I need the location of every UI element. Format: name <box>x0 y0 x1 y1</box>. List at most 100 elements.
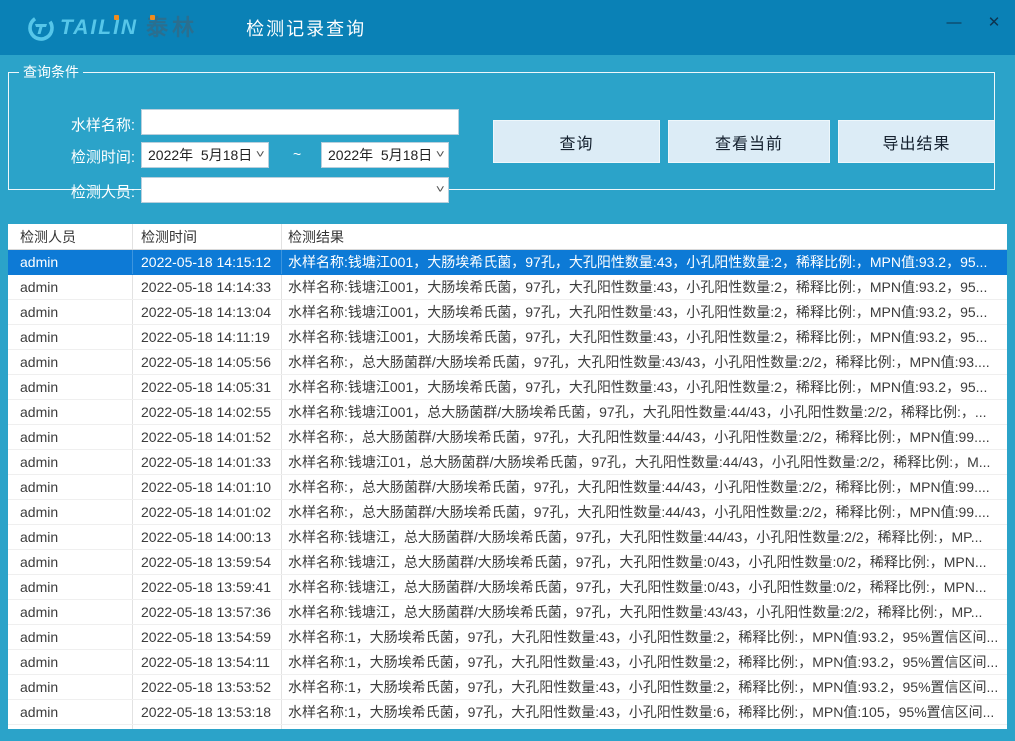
close-button[interactable]: ✕ <box>981 9 1007 35</box>
table-row[interactable]: admin2022-05-18 14:02:55水样名称:钱塘江001，总大肠菌… <box>8 400 1007 425</box>
cell-time: 2022-05-18 14:13:04 <box>133 300 282 324</box>
cell-operator: admin <box>8 350 133 374</box>
cell-time: 2022-05-18 14:15:12 <box>133 250 282 274</box>
cell-time: 2022-05-18 14:00:13 <box>133 525 282 549</box>
cell-time: 2022-05-18 14:14:33 <box>133 275 282 299</box>
sample-name-input[interactable] <box>141 109 459 135</box>
cell-result: 水样名称:钱塘江001，大肠埃希氏菌，97孔，大孔阳性数量:43，小孔阳性数量:… <box>282 275 1007 299</box>
cell-operator: admin <box>8 250 133 274</box>
cell-result: 水样名称:，总大肠菌群/大肠埃希氏菌，97孔，大孔阳性数量:43/43，小孔阳性… <box>282 350 1007 374</box>
table-row[interactable]: admin2022-05-18 14:13:04水样名称:钱塘江001，大肠埃希… <box>8 300 1007 325</box>
cell-operator: admin <box>8 475 133 499</box>
cell-time: 2022-05-18 13:54:11 <box>133 650 282 674</box>
cell-result: 水样名称:1，大肠埃希氏菌，97孔，大孔阳性数量:43，小孔阳性数量:6，稀释比… <box>282 700 1007 724</box>
table-row[interactable]: admin2022-05-18 14:01:02水样名称:，总大肠菌群/大肠埃希… <box>8 500 1007 525</box>
query-button[interactable]: 查询 <box>493 120 660 163</box>
table-row[interactable]: admin2022-05-18 14:14:33水样名称:钱塘江001，大肠埃希… <box>8 275 1007 300</box>
cell-operator: admin <box>8 700 133 724</box>
cell-operator: admin <box>8 375 133 399</box>
cell-time: 2022-05-18 14:01:33 <box>133 450 282 474</box>
table-row[interactable]: admin2022-05-18 13:52:52水样名称:1，大肠埃希氏菌，97… <box>8 725 1007 729</box>
cell-operator: admin <box>8 650 133 674</box>
table-body: admin2022-05-18 14:15:12水样名称:钱塘江001，大肠埃希… <box>8 250 1007 729</box>
cell-result: 水样名称:，总大肠菌群/大肠埃希氏菌，97孔，大孔阳性数量:44/43，小孔阳性… <box>282 475 1007 499</box>
cell-time: 2022-05-18 13:59:54 <box>133 550 282 574</box>
cell-operator: admin <box>8 275 133 299</box>
table-row[interactable]: admin2022-05-18 13:53:52水样名称:1，大肠埃希氏菌，97… <box>8 675 1007 700</box>
cell-operator: admin <box>8 400 133 424</box>
operator-select[interactable]: ˅ <box>141 177 449 203</box>
table-row[interactable]: admin2022-05-18 14:00:13水样名称:钱塘江，总大肠菌群/大… <box>8 525 1007 550</box>
cell-result: 水样名称:1，大肠埃希氏菌，97孔，大孔阳性数量:43，小孔阳性数量:2，稀释比… <box>282 675 1007 699</box>
cell-result: 水样名称:钱塘江01，总大肠菌群/大肠埃希氏菌，97孔，大孔阳性数量:44/43… <box>282 450 1007 474</box>
cell-operator: admin <box>8 675 133 699</box>
cell-result: 水样名称:1，大肠埃希氏菌，97孔，大孔阳性数量:43，小孔阳性数量:2，稀释比… <box>282 650 1007 674</box>
cell-operator: admin <box>8 500 133 524</box>
results-table: 检测人员 检测时间 检测结果 admin2022-05-18 14:15:12水… <box>8 224 1007 729</box>
cell-time: 2022-05-18 13:52:52 <box>133 725 282 729</box>
cell-time: 2022-05-18 13:54:59 <box>133 625 282 649</box>
table-row[interactable]: admin2022-05-18 14:01:10水样名称:，总大肠菌群/大肠埃希… <box>8 475 1007 500</box>
chevron-down-icon: ˅ <box>255 149 264 161</box>
table-row[interactable]: admin2022-05-18 14:01:52水样名称:，总大肠菌群/大肠埃希… <box>8 425 1007 450</box>
table-header: 检测人员 检测时间 检测结果 <box>8 224 1007 250</box>
logo-accent-dot <box>150 15 155 20</box>
table-row[interactable]: admin2022-05-18 14:05:31水样名称:钱塘江001，大肠埃希… <box>8 375 1007 400</box>
date-to-picker[interactable]: 2022年 5月18日 ˅ <box>321 142 449 168</box>
cell-time: 2022-05-18 13:57:36 <box>133 600 282 624</box>
table-row[interactable]: admin2022-05-18 13:54:11水样名称:1，大肠埃希氏菌，97… <box>8 650 1007 675</box>
table-row[interactable]: admin2022-05-18 13:54:59水样名称:1，大肠埃希氏菌，97… <box>8 625 1007 650</box>
sample-name-label: 水样名称: <box>15 114 135 135</box>
logo-accent-dot <box>114 15 119 20</box>
cell-result: 水样名称:钱塘江001，总大肠菌群/大肠埃希氏菌，97孔，大孔阳性数量:44/4… <box>282 400 1007 424</box>
chevron-down-icon: ˅ <box>435 184 444 196</box>
cell-result: 水样名称:，总大肠菌群/大肠埃希氏菌，97孔，大孔阳性数量:44/43，小孔阳性… <box>282 425 1007 449</box>
logo-g-icon <box>26 13 56 43</box>
cell-operator: admin <box>8 450 133 474</box>
table-row[interactable]: admin2022-05-18 13:59:41水样名称:钱塘江，总大肠菌群/大… <box>8 575 1007 600</box>
window-controls: — ✕ <box>941 0 1007 44</box>
cell-result: 水样名称:，总大肠菌群/大肠埃希氏菌，97孔，大孔阳性数量:44/43，小孔阳性… <box>282 500 1007 524</box>
cell-result: 水样名称:钱塘江001，大肠埃希氏菌，97孔，大孔阳性数量:43，小孔阳性数量:… <box>282 325 1007 349</box>
cell-result: 水样名称:钱塘江001，大肠埃希氏菌，97孔，大孔阳性数量:43，小孔阳性数量:… <box>282 375 1007 399</box>
cell-time: 2022-05-18 13:53:18 <box>133 700 282 724</box>
window-title: 检测记录查询 <box>246 15 366 41</box>
view-current-button[interactable]: 查看当前 <box>668 120 830 163</box>
column-header-result[interactable]: 检测结果 <box>282 224 1007 249</box>
cell-result: 水样名称:钱塘江，总大肠菌群/大肠埃希氏菌，97孔，大孔阳性数量:43/43，小… <box>282 600 1007 624</box>
table-row[interactable]: admin2022-05-18 13:57:36水样名称:钱塘江，总大肠菌群/大… <box>8 600 1007 625</box>
cell-time: 2022-05-18 14:11:19 <box>133 325 282 349</box>
titlebar: TAILIN 泰林 检测记录查询 — ✕ <box>0 0 1015 55</box>
table-row[interactable]: admin2022-05-18 14:05:56水样名称:，总大肠菌群/大肠埃希… <box>8 350 1007 375</box>
column-header-operator[interactable]: 检测人员 <box>8 224 133 249</box>
table-row[interactable]: admin2022-05-18 13:53:18水样名称:1，大肠埃希氏菌，97… <box>8 700 1007 725</box>
detect-time-label: 检测时间: <box>15 146 135 167</box>
brand-logo: TAILIN 泰林 <box>26 13 198 43</box>
table-row[interactable]: admin2022-05-18 14:15:12水样名称:钱塘江001，大肠埃希… <box>8 250 1007 275</box>
brand-text-cn: 泰林 <box>146 17 198 39</box>
cell-result: 水样名称:钱塘江001，大肠埃希氏菌，97孔，大孔阳性数量:43，小孔阳性数量:… <box>282 250 1007 274</box>
export-results-button[interactable]: 导出结果 <box>838 120 995 163</box>
cell-result: 水样名称:钱塘江001，大肠埃希氏菌，97孔，大孔阳性数量:43，小孔阳性数量:… <box>282 300 1007 324</box>
minimize-button[interactable]: — <box>941 9 967 35</box>
date-from-value: 2022年 5月18日 <box>148 145 252 165</box>
column-header-time[interactable]: 检测时间 <box>133 224 282 249</box>
cell-result: 水样名称:钱塘江，总大肠菌群/大肠埃希氏菌，97孔，大孔阳性数量:44/43，小… <box>282 525 1007 549</box>
table-row[interactable]: admin2022-05-18 14:01:33水样名称:钱塘江01，总大肠菌群… <box>8 450 1007 475</box>
cell-time: 2022-05-18 14:02:55 <box>133 400 282 424</box>
cell-time: 2022-05-18 13:53:52 <box>133 675 282 699</box>
date-from-picker[interactable]: 2022年 5月18日 ˅ <box>141 142 269 168</box>
cell-result: 水样名称:钱塘江，总大肠菌群/大肠埃希氏菌，97孔，大孔阳性数量:0/43，小孔… <box>282 575 1007 599</box>
cell-result: 水样名称:1，大肠埃希氏菌，97孔，大孔阳性数量:44，小孔阳性数量:6，稀释比… <box>282 725 1007 729</box>
cell-time: 2022-05-18 14:01:52 <box>133 425 282 449</box>
cell-time: 2022-05-18 14:01:10 <box>133 475 282 499</box>
operator-label: 检测人员: <box>15 181 135 202</box>
cell-operator: admin <box>8 550 133 574</box>
cell-operator: admin <box>8 300 133 324</box>
cell-time: 2022-05-18 14:05:56 <box>133 350 282 374</box>
brand-text: TAILIN <box>60 17 138 38</box>
table-row[interactable]: admin2022-05-18 13:59:54水样名称:钱塘江，总大肠菌群/大… <box>8 550 1007 575</box>
table-row[interactable]: admin2022-05-18 14:11:19水样名称:钱塘江001，大肠埃希… <box>8 325 1007 350</box>
cell-operator: admin <box>8 625 133 649</box>
cell-operator: admin <box>8 725 133 729</box>
